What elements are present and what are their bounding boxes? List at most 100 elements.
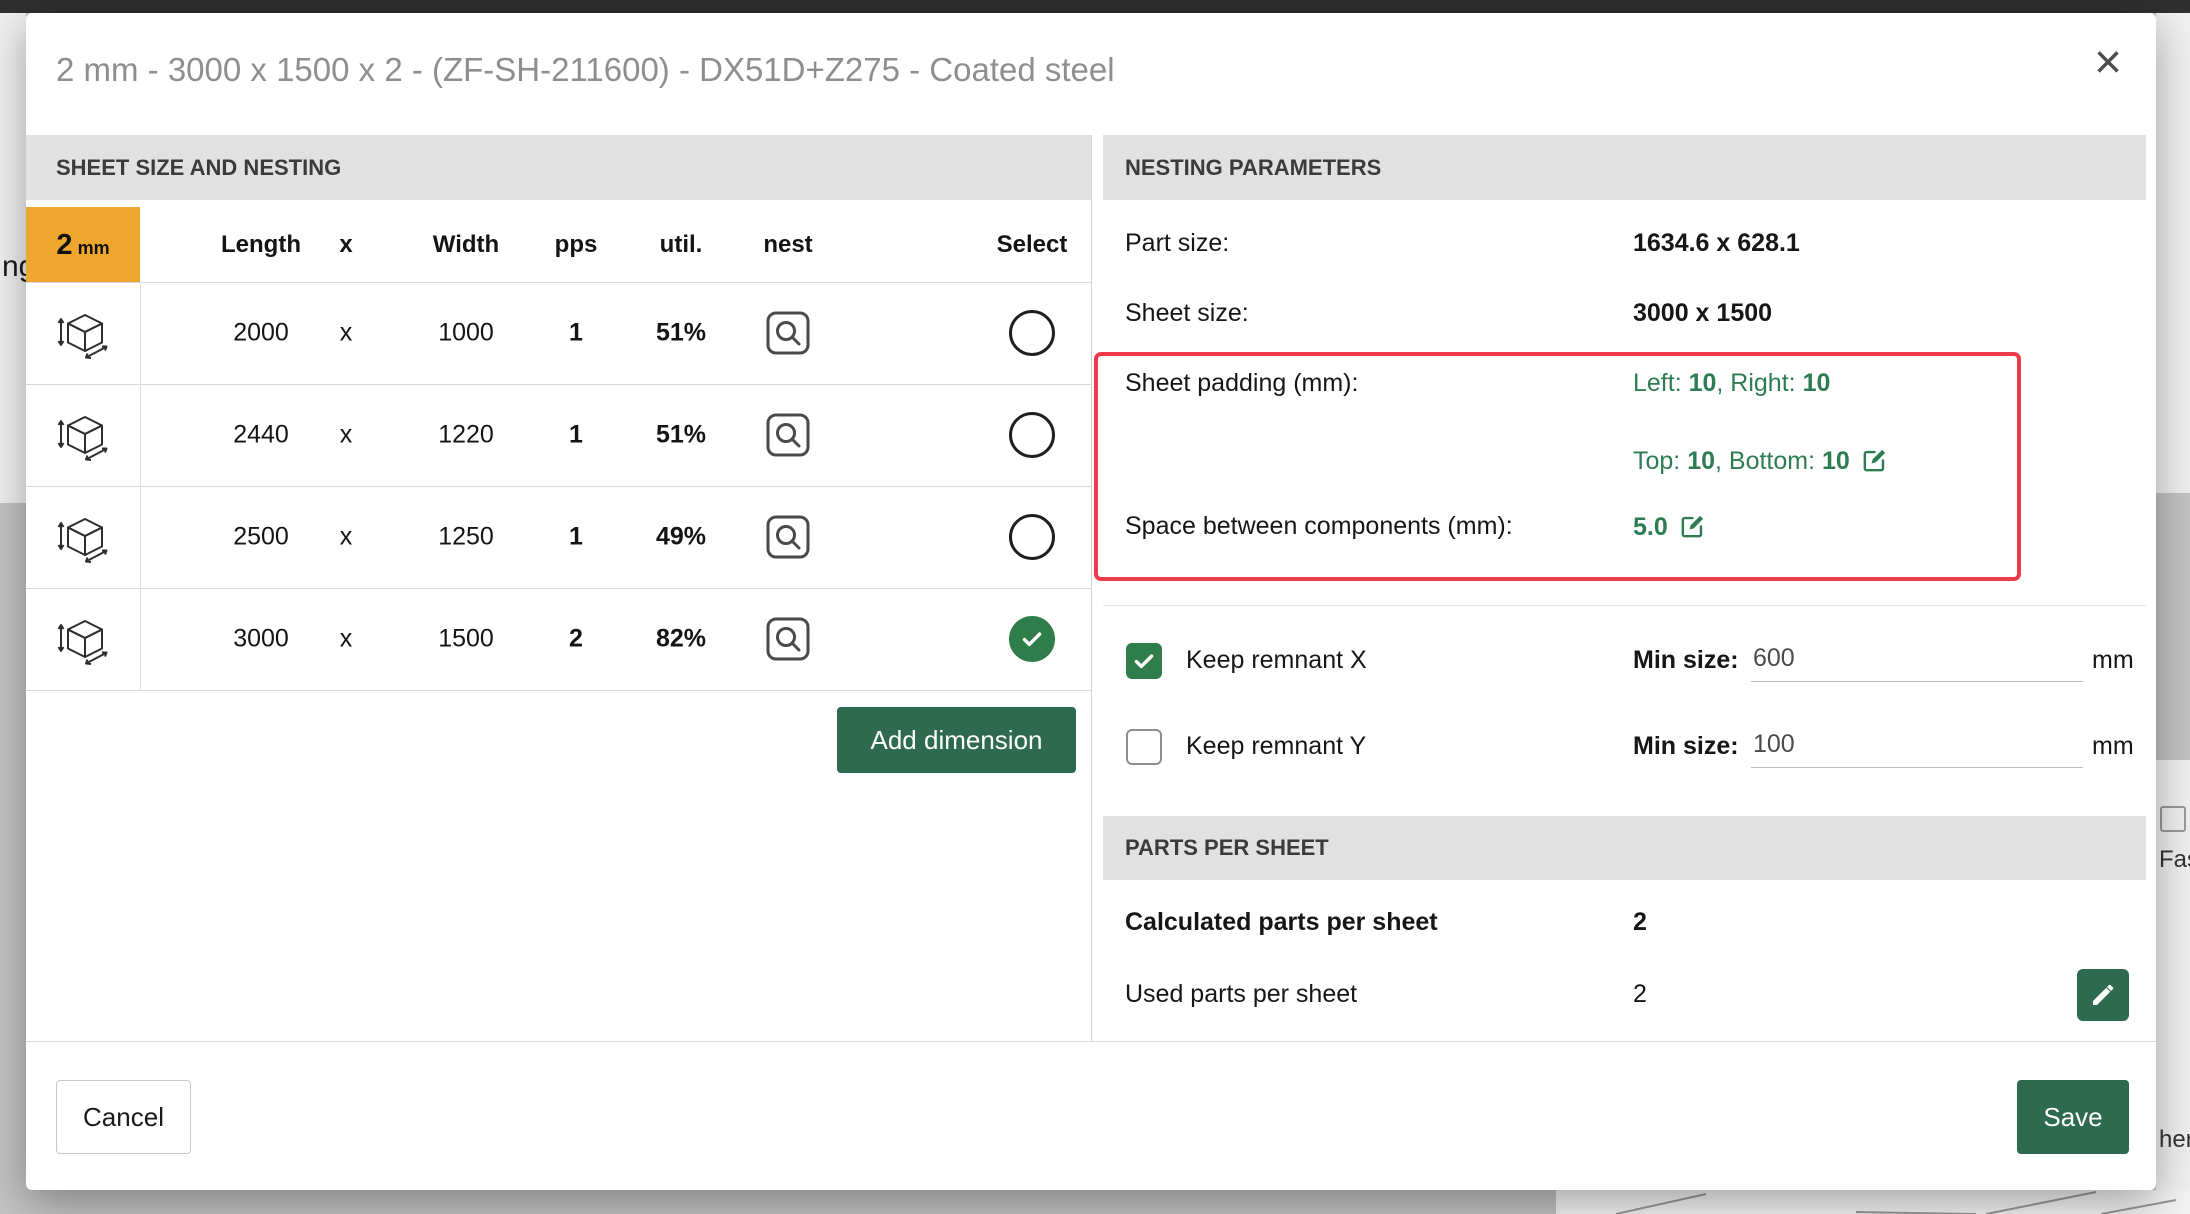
- util-cell: 49%: [656, 523, 706, 552]
- width-cell: 1000: [438, 319, 494, 348]
- col-header-length: Length: [221, 231, 301, 259]
- util-cell: 51%: [656, 319, 706, 348]
- spacing-label: Space between components (mm):: [1125, 512, 1513, 541]
- check-icon: [1019, 626, 1045, 652]
- calculated-pps-label: Calculated parts per sheet: [1125, 908, 1438, 937]
- length-cell: 2440: [233, 421, 289, 450]
- select-radio[interactable]: [1009, 616, 1055, 662]
- length-cell: 2500: [233, 523, 289, 552]
- min-size-x-unit: mm: [2092, 646, 2134, 675]
- col-header-nest: nest: [763, 231, 812, 259]
- background-right-text-bottom: her: [2159, 1126, 2190, 1154]
- util-cell: 82%: [656, 625, 706, 654]
- nest-preview-button[interactable]: [765, 616, 811, 662]
- cancel-button[interactable]: Cancel: [56, 1080, 191, 1154]
- col-header-util: util.: [660, 231, 703, 259]
- width-cell: 1220: [438, 421, 494, 450]
- min-size-y-unit: mm: [2092, 732, 2134, 761]
- pps-cell: 1: [569, 523, 583, 552]
- padding-bottom-label: , Bottom:: [1715, 447, 1822, 475]
- sheet-size-value: 3000 x 1500: [1633, 299, 1772, 328]
- pencil-icon: [2088, 980, 2118, 1010]
- sheet-padding-label: Sheet padding (mm):: [1125, 369, 1358, 398]
- check-icon: [1131, 648, 1157, 674]
- save-button[interactable]: Save: [2017, 1080, 2129, 1154]
- right-panel-divider: [1103, 605, 2146, 606]
- col-header-x: x: [339, 231, 352, 259]
- sheet-row: 2000 x 1000 1 51%: [26, 282, 1091, 384]
- edit-padding-icon: [1860, 446, 1889, 475]
- parts-per-sheet-header: PARTS PER SHEET: [1103, 816, 2146, 880]
- right-section-header: NESTING PARAMETERS: [1103, 135, 2146, 200]
- spacing-value[interactable]: 5.0: [1633, 512, 1707, 542]
- left-section-header: SHEET SIZE AND NESTING: [26, 135, 1091, 200]
- select-radio[interactable]: [1009, 514, 1055, 560]
- padding-top-value: 10: [1687, 447, 1715, 475]
- padding-right-label: , Right:: [1716, 369, 1802, 397]
- background-right-fragment-top: [2156, 13, 2190, 493]
- col-header-select: Select: [997, 231, 1068, 259]
- table-header: Length x Width pps util. nest Select: [26, 207, 1091, 282]
- spacing-number: 5.0: [1633, 513, 1668, 541]
- background-part-icon: [2160, 806, 2186, 832]
- sheet-dimensions-icon: [54, 610, 112, 668]
- sheet-dimensions-icon: [54, 304, 112, 362]
- nest-magnifier-icon: [765, 514, 811, 560]
- sheet-dimensions-icon: [54, 508, 112, 566]
- background-left-text: ng: [2, 250, 26, 284]
- footer-divider: [26, 1041, 2156, 1042]
- keep-remnant-x-checkbox[interactable]: [1126, 643, 1162, 679]
- col-header-pps: pps: [555, 231, 598, 259]
- calculated-pps-value: 2: [1633, 908, 1647, 937]
- min-size-y-label: Min size:: [1633, 732, 1739, 761]
- add-dimension-button[interactable]: Add dimension: [837, 707, 1076, 773]
- padding-top-label: Top:: [1633, 447, 1687, 475]
- col-header-width: Width: [433, 231, 499, 259]
- drawing-lines: [1556, 1190, 2190, 1214]
- padding-left-label: Left:: [1633, 369, 1689, 397]
- keep-remnant-y-checkbox[interactable]: [1126, 729, 1162, 765]
- width-cell: 1250: [438, 523, 494, 552]
- sheet-padding-lr-value[interactable]: Left: 10, Right: 10: [1633, 369, 1830, 398]
- sheet-row: 3000 x 1500 2 82%: [26, 588, 1091, 690]
- part-size-value: 1634.6 x 628.1: [1633, 229, 1800, 258]
- width-cell: 1500: [438, 625, 494, 654]
- length-cell: 2000: [233, 319, 289, 348]
- background-drawing-fragment: [1556, 1190, 2190, 1214]
- nest-magnifier-icon: [765, 310, 811, 356]
- panel-divider: [1091, 135, 1092, 1041]
- padding-bottom-value: 10: [1822, 447, 1850, 475]
- part-size-label: Part size:: [1125, 229, 1229, 258]
- nest-preview-button[interactable]: [765, 310, 811, 356]
- pps-cell: 2: [569, 625, 583, 654]
- sheet-padding-tb-value[interactable]: Top: 10, Bottom: 10: [1633, 446, 1889, 476]
- nest-preview-button[interactable]: [765, 514, 811, 560]
- background-top-bar: [0, 0, 2190, 13]
- padding-left-value: 10: [1689, 369, 1717, 397]
- sheet-row: 2500 x 1250 1 49%: [26, 486, 1091, 588]
- edit-spacing-icon: [1678, 512, 1707, 541]
- min-size-x-input[interactable]: [1751, 639, 2083, 682]
- nest-preview-button[interactable]: [765, 412, 811, 458]
- pps-cell: 1: [569, 421, 583, 450]
- close-icon[interactable]: ×: [2094, 39, 2122, 87]
- edit-used-pps-button[interactable]: [2077, 969, 2129, 1021]
- keep-remnant-y-label: Keep remnant Y: [1186, 732, 1366, 761]
- min-size-x-label: Min size:: [1633, 646, 1739, 675]
- used-pps-label: Used parts per sheet: [1125, 980, 1357, 1009]
- x-cell: x: [340, 319, 353, 348]
- select-radio[interactable]: [1009, 310, 1055, 356]
- sheet-nesting-dialog: 2 mm - 3000 x 1500 x 2 - (ZF-SH-211600) …: [26, 13, 2156, 1190]
- select-radio[interactable]: [1009, 412, 1055, 458]
- x-cell: x: [340, 625, 353, 654]
- row-divider: [26, 690, 1091, 691]
- nest-magnifier-icon: [765, 412, 811, 458]
- pps-cell: 1: [569, 319, 583, 348]
- padding-right-value: 10: [1803, 369, 1831, 397]
- length-cell: 3000: [233, 625, 289, 654]
- util-cell: 51%: [656, 421, 706, 450]
- background-right-fragment: Fas her: [2156, 760, 2190, 1214]
- background-left-fragment: ng: [0, 13, 26, 503]
- min-size-y-input[interactable]: [1751, 725, 2083, 768]
- used-pps-value: 2: [1633, 980, 1647, 1009]
